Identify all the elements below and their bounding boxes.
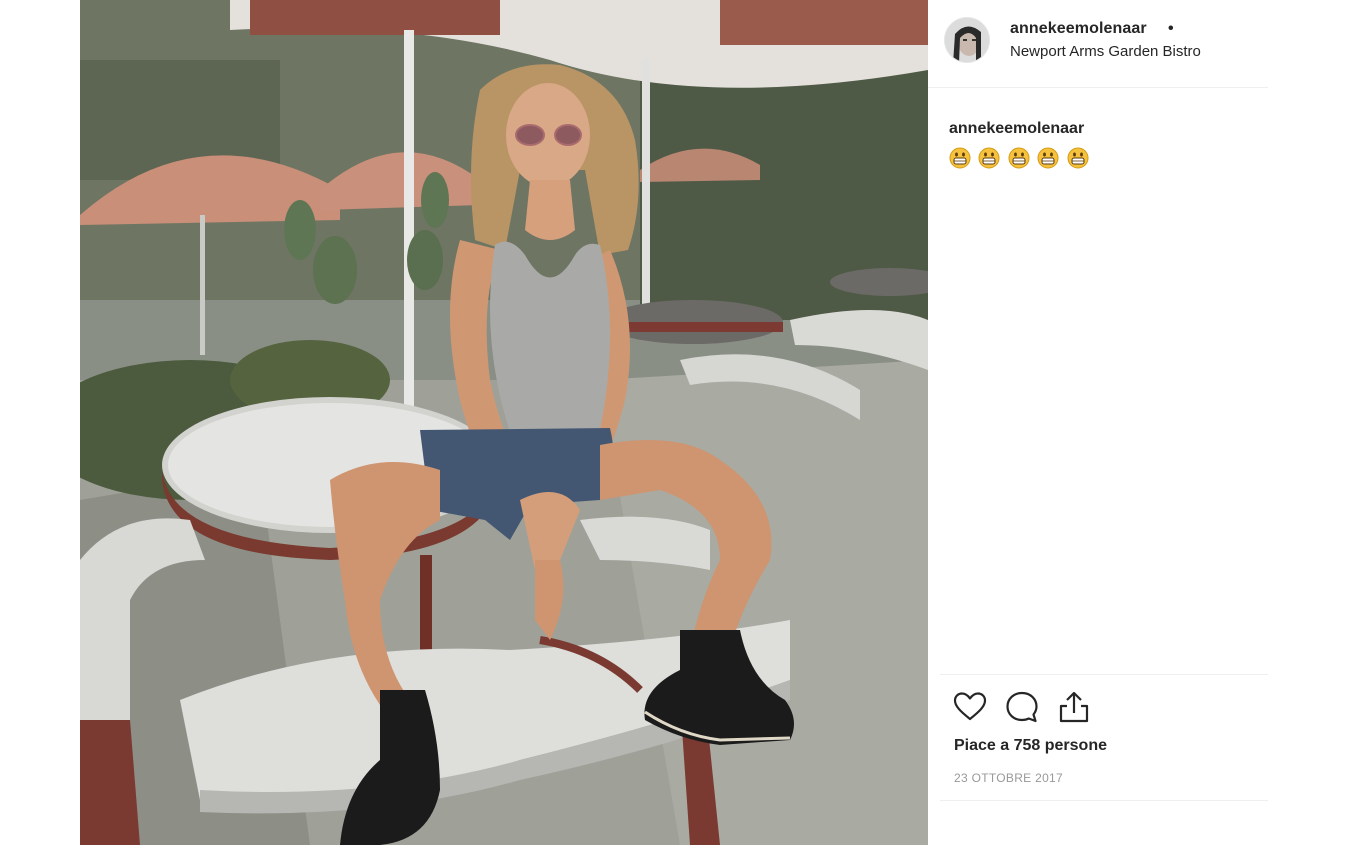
grinning-face-emoji-icon	[949, 147, 971, 169]
comment-bubble-icon	[1006, 691, 1038, 723]
post-date[interactable]: 23 OTTOBRE 2017	[954, 771, 1063, 785]
instagram-post: annekeemolenaar • Newport Arms Garden Bi…	[0, 0, 1350, 845]
grinning-face-emoji-icon	[1067, 147, 1089, 169]
grinning-face-emoji-icon	[1037, 147, 1059, 169]
post-photo-image	[80, 0, 928, 845]
caption-username[interactable]: annekeemolenaar	[949, 120, 1259, 138]
post-location[interactable]: Newport Arms Garden Bistro	[1010, 43, 1201, 60]
grinning-face-emoji-icon	[1008, 147, 1030, 169]
heart-icon	[953, 692, 987, 721]
post-actions: Piace a 758 persone 23 OTTOBRE 2017	[940, 674, 1268, 801]
post-header: annekeemolenaar • Newport Arms Garden Bi…	[928, 0, 1268, 88]
share-upload-icon	[1059, 691, 1089, 723]
post-caption: annekeemolenaar	[949, 120, 1259, 169]
likes-count[interactable]: Piace a 758 persone	[954, 737, 1107, 755]
share-button[interactable]	[1056, 689, 1092, 725]
post-username[interactable]: annekeemolenaar	[1010, 20, 1147, 38]
avatar-image	[945, 18, 989, 62]
grinning-face-emoji-icon	[978, 147, 1000, 169]
caption-emojis	[949, 147, 1259, 169]
separator-dot: •	[1168, 20, 1174, 37]
avatar[interactable]	[944, 17, 990, 63]
post-details-panel: annekeemolenaar • Newport Arms Garden Bi…	[928, 0, 1270, 845]
like-button[interactable]	[952, 689, 988, 725]
comment-button[interactable]	[1004, 689, 1040, 725]
post-photo[interactable]	[80, 0, 928, 845]
